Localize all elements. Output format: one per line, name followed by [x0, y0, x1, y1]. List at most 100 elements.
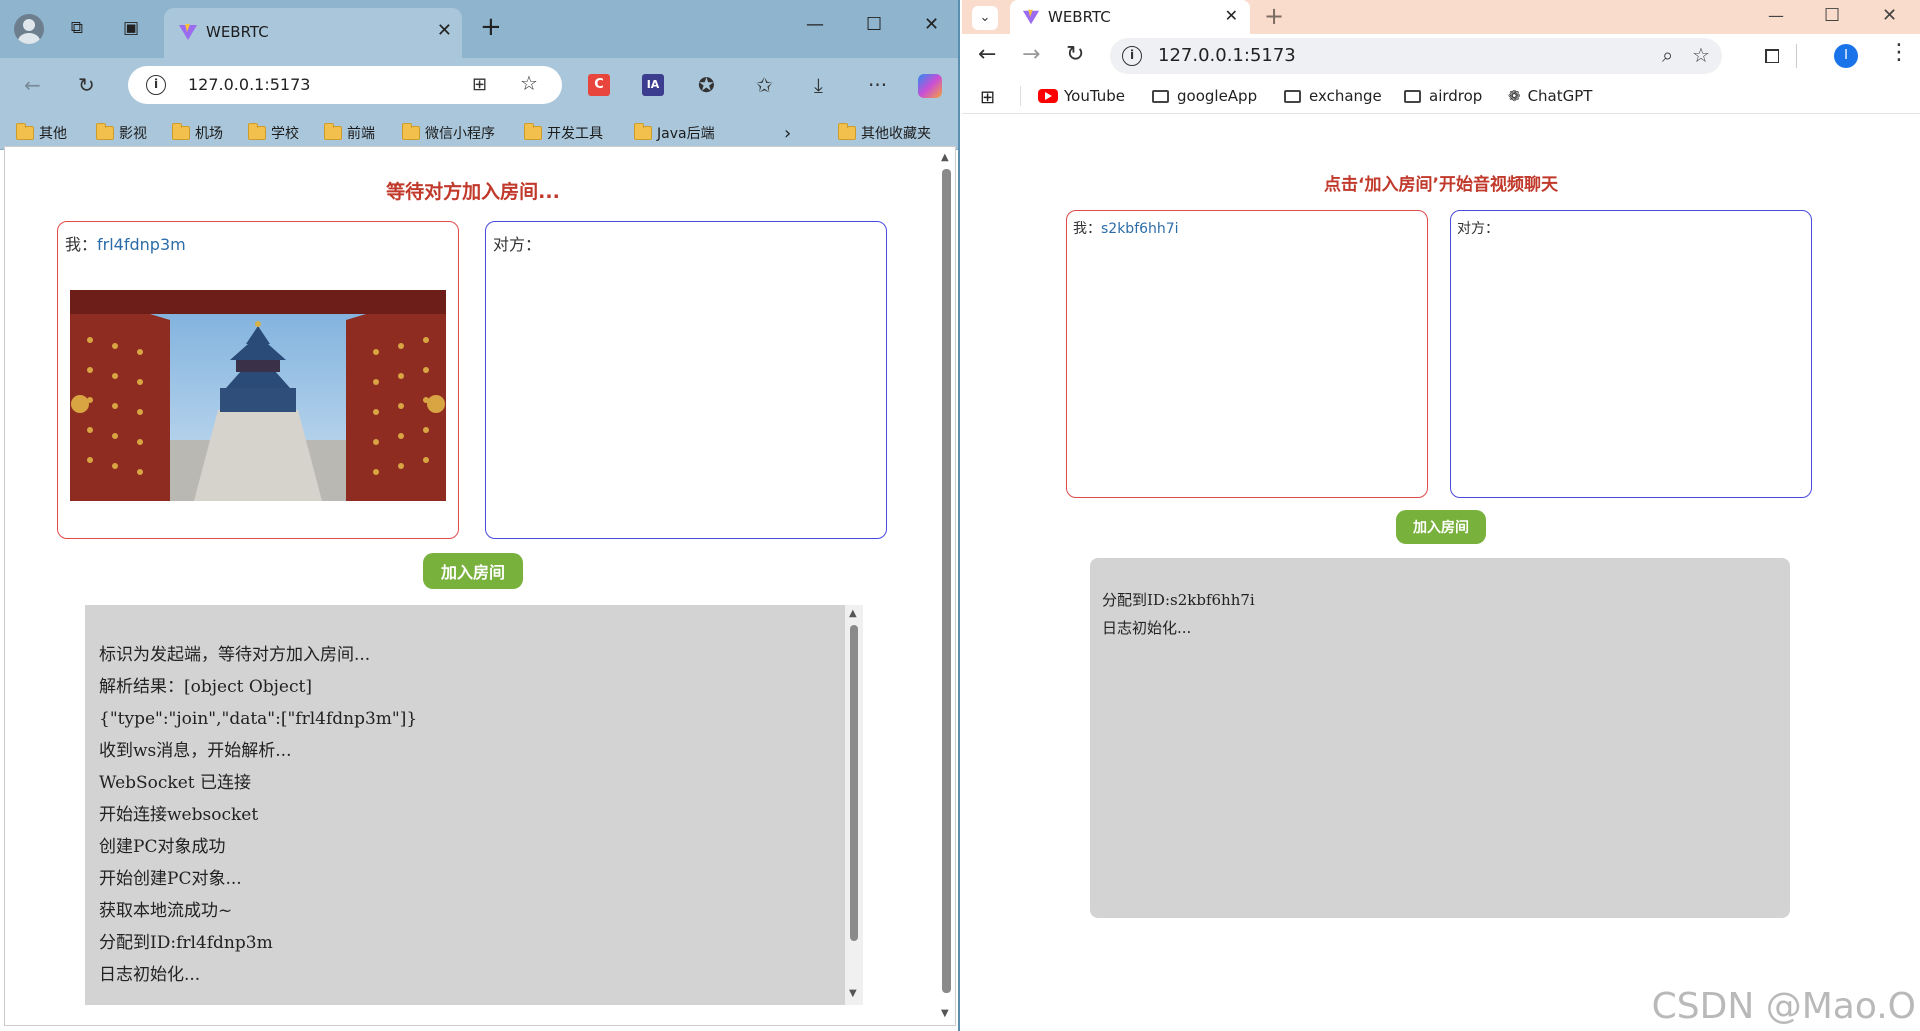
- log-line: 分配到ID:frl4fdnp3m: [99, 933, 273, 953]
- bookmark-folder[interactable]: 微信小程序: [402, 123, 495, 143]
- bookmark-chatgpt[interactable]: ❁ ChatGPT: [1508, 87, 1592, 105]
- page-scroll-up-arrow-icon[interactable]: ▲: [941, 153, 949, 163]
- bookmarks-overflow-chevron-icon[interactable]: ›: [784, 123, 791, 144]
- chrome-toolbar: ← → ↻ i 127.0.0.1:5173 ⌕ ☆ ⧠ I ⋮: [962, 34, 1920, 78]
- vertical-tabs-icon[interactable]: ▣: [120, 17, 142, 39]
- local-video-frame: [70, 290, 446, 501]
- log-line: 日志初始化...: [1102, 619, 1192, 637]
- bookmark-folder[interactable]: 前端: [324, 123, 375, 143]
- close-window-icon[interactable]: ✕: [1882, 5, 1897, 26]
- page-scrollbar[interactable]: ▲ ▼: [937, 147, 955, 1025]
- folder-icon: [96, 123, 114, 140]
- scroll-up-arrow-icon[interactable]: ▲: [849, 609, 857, 619]
- back-icon[interactable]: ←: [24, 74, 41, 96]
- bookmark-folder[interactable]: Java后端: [634, 123, 715, 143]
- csdn-watermark: CSDN @Mao.O: [1651, 986, 1916, 1027]
- minimize-icon[interactable]: —: [806, 14, 824, 35]
- downloads-icon[interactable]: ⤓: [814, 74, 823, 96]
- favorites-icon[interactable]: ✩: [756, 74, 773, 96]
- bookmarks-bar: ⊞ YouTube googleApp exchange airdrop ❁ Ch…: [962, 78, 1920, 114]
- log-line: 创建PC对象成功: [99, 837, 226, 857]
- bookmark-folder[interactable]: exchange: [1284, 87, 1382, 105]
- forward-icon[interactable]: →: [1022, 42, 1040, 67]
- log-line: 开始创建PC对象...: [99, 869, 242, 889]
- more-menu-icon[interactable]: ···: [868, 74, 887, 96]
- log-line: 分配到ID:s2kbf6hh7i: [1102, 591, 1255, 609]
- bookmark-folder[interactable]: 开发工具: [524, 123, 603, 143]
- site-info-icon[interactable]: i: [1122, 46, 1142, 66]
- log-line: 日志初始化...: [99, 965, 201, 985]
- log-scrollbar[interactable]: ▲ ▼: [845, 605, 863, 1005]
- page-scroll-thumb[interactable]: [942, 169, 951, 993]
- more-menu-icon[interactable]: ⋮: [1888, 40, 1910, 65]
- favorite-star-icon[interactable]: ☆: [520, 72, 538, 94]
- remote-video-box: 对方：: [1450, 210, 1812, 498]
- tab-webrtc[interactable]: WEBRTC ✕: [1010, 0, 1250, 34]
- site-info-icon[interactable]: i: [146, 75, 166, 95]
- tab-close-icon[interactable]: ✕: [437, 20, 452, 41]
- maximize-icon[interactable]: ☐: [1824, 5, 1840, 26]
- extensions-puzzle-icon[interactable]: ⧠: [1764, 44, 1780, 68]
- chrome-tab-bar: ⌄ WEBRTC ✕ + — ☐ ✕: [962, 0, 1920, 34]
- extension-ia-icon[interactable]: IA: [642, 74, 664, 96]
- profile-avatar[interactable]: I: [1834, 44, 1858, 68]
- youtube-icon: [1038, 89, 1058, 103]
- app-available-icon[interactable]: ⊞: [472, 74, 487, 96]
- folder-icon: [402, 123, 420, 140]
- tab-close-icon[interactable]: ✕: [1225, 6, 1238, 25]
- folder-icon: [524, 123, 542, 140]
- tab-title: WEBRTC: [1048, 8, 1111, 26]
- zoom-icon[interactable]: ⌕: [1662, 43, 1673, 67]
- folder-icon: [248, 123, 266, 140]
- other-favorites-folder[interactable]: 其他收藏夹: [838, 123, 931, 143]
- join-room-button[interactable]: 加入房间: [1396, 510, 1486, 544]
- folder-icon: [838, 123, 856, 140]
- folder-icon: [324, 123, 342, 140]
- reload-icon[interactable]: ↻: [78, 74, 95, 96]
- edge-tab-bar: ⧉ ▣ WEBRTC ✕ + — ☐ ✕: [0, 0, 958, 58]
- bookmark-folder[interactable]: 学校: [248, 123, 299, 143]
- address-bar[interactable]: i 127.0.0.1:5173 ⌕ ☆: [1110, 38, 1722, 74]
- local-video-box: 我：s2kbf6hh7i: [1066, 210, 1428, 498]
- bookmark-youtube[interactable]: YouTube: [1038, 87, 1125, 105]
- edge-toolbar: ← ↻ i 127.0.0.1:5173 ⊞ ☆ C IA ✪ ✩ ⤓ ···: [0, 58, 958, 114]
- log-line: 获取本地流成功~: [99, 901, 233, 921]
- bookmark-folder[interactable]: 影视: [96, 123, 147, 143]
- log-scroll-thumb[interactable]: [850, 625, 858, 941]
- copilot-icon[interactable]: [918, 74, 942, 98]
- tab-search-chevron-icon[interactable]: ⌄: [972, 6, 998, 30]
- new-tab-icon[interactable]: +: [480, 14, 502, 40]
- bookmark-star-icon[interactable]: ☆: [1692, 43, 1710, 67]
- back-icon[interactable]: ←: [978, 42, 996, 67]
- extensions-puzzle-icon[interactable]: ✪: [698, 74, 715, 96]
- bookmark-folder[interactable]: googleApp: [1152, 87, 1257, 105]
- folder-icon: [634, 123, 652, 140]
- scroll-down-arrow-icon[interactable]: ▼: [849, 989, 857, 999]
- maximize-icon[interactable]: ☐: [866, 14, 882, 35]
- log-panel[interactable]: 标识为发起端，等待对方加入房间... 解析结果：[object Object] …: [85, 605, 845, 1005]
- new-tab-icon[interactable]: +: [1264, 2, 1284, 30]
- reload-icon[interactable]: ↻: [1066, 42, 1084, 67]
- log-line: WebSocket 已连接: [99, 773, 252, 793]
- log-panel[interactable]: 分配到ID:s2kbf6hh7i 日志初始化...: [1090, 558, 1790, 918]
- folder-icon: [16, 123, 34, 140]
- page-title: 点击‘加入房间’开始音视频聊天: [1324, 175, 1558, 195]
- favorites-bar: 其他 影视 机场 学校 前端 微信小程序 开发工具 Java后端 › 其他收藏夹: [0, 114, 958, 150]
- bookmark-folder[interactable]: airdrop: [1404, 87, 1482, 105]
- page-scroll-down-arrow-icon[interactable]: ▼: [941, 1009, 949, 1019]
- address-bar[interactable]: i 127.0.0.1:5173 ⊞ ☆: [128, 66, 562, 104]
- profile-avatar[interactable]: [14, 14, 44, 44]
- workspaces-icon[interactable]: ⧉: [66, 17, 88, 39]
- minimize-icon[interactable]: —: [1768, 6, 1784, 25]
- tab-webrtc[interactable]: WEBRTC ✕: [164, 8, 462, 58]
- bookmark-folder[interactable]: 其他: [16, 123, 67, 143]
- join-room-button[interactable]: 加入房间: [423, 553, 523, 589]
- local-video-label: 我：frl4fdnp3m: [65, 235, 186, 254]
- apps-grid-icon[interactable]: ⊞: [980, 87, 995, 108]
- bookmark-folder[interactable]: 机场: [172, 123, 223, 143]
- close-window-icon[interactable]: ✕: [924, 14, 939, 35]
- folder-icon: [1284, 89, 1301, 103]
- extension-c-icon[interactable]: C: [588, 74, 610, 96]
- folder-icon: [1404, 89, 1421, 103]
- folder-icon: [1152, 89, 1169, 103]
